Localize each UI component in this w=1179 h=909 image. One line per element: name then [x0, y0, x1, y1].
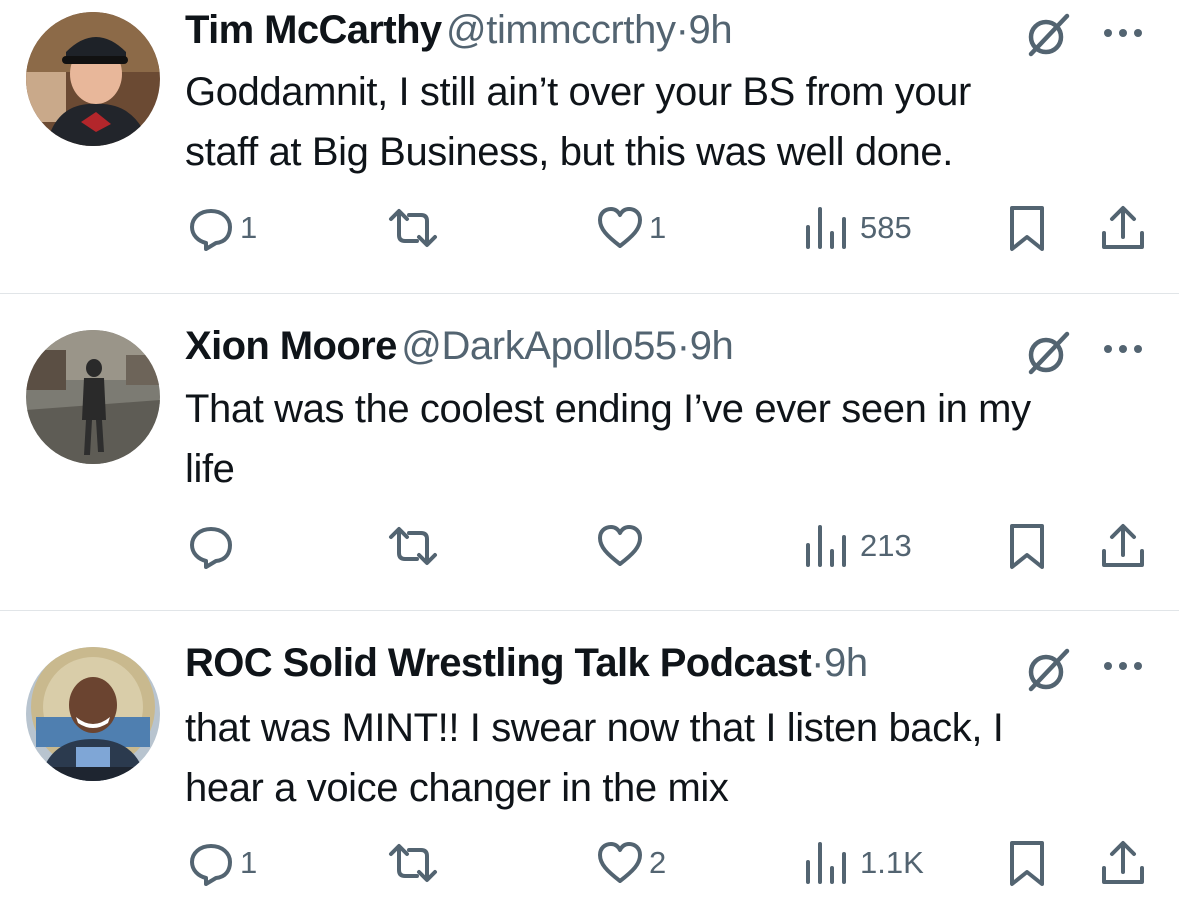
separator-dot: ·: [675, 8, 689, 52]
avatar[interactable]: [26, 647, 160, 781]
reply-button[interactable]: 1: [186, 198, 257, 258]
views-button[interactable]: 1.1K: [800, 833, 924, 893]
retweet-button[interactable]: [383, 516, 447, 576]
like-count: 2: [649, 845, 667, 880]
views-button[interactable]: 585: [800, 198, 912, 258]
views-icon: [806, 842, 846, 884]
tweet[interactable]: Tim McCarthy @timmccrthy·9h Goddamnit, I…: [0, 0, 1179, 293]
tweet-text: Goddamnit, I still ain’t over your BS fr…: [185, 62, 1165, 182]
retweet-icon: [389, 844, 437, 882]
bookmark-icon: [1010, 841, 1044, 886]
bookmark-button[interactable]: [1002, 198, 1052, 258]
tweet-text: That was the coolest ending I’ve ever se…: [185, 379, 1165, 499]
more-icon[interactable]: [1100, 18, 1146, 48]
display-name[interactable]: Xion Moore: [185, 324, 397, 368]
tweet-text-line: staff at Big Business, but this was well…: [185, 130, 953, 174]
views-icon: [806, 525, 846, 567]
more-icon[interactable]: [1100, 651, 1146, 681]
reply-button[interactable]: 1: [186, 833, 257, 893]
retweet-icon: [389, 527, 437, 565]
tweet-header: Xion Moore @DarkApollo55·9h: [185, 324, 734, 384]
tweet-text-line: that was MINT!! I swear now that I liste…: [185, 706, 1004, 750]
avatar[interactable]: [26, 330, 160, 464]
tweet[interactable]: ROC Solid Wrestling Talk Podcast·9h that…: [0, 611, 1179, 909]
views-icon: [806, 207, 846, 249]
tweet-text-line: hear a voice changer in the mix: [185, 766, 729, 810]
timestamp[interactable]: 9h: [824, 641, 868, 685]
grok-icon[interactable]: [1023, 10, 1073, 60]
reply-icon: [190, 209, 232, 251]
action-bar: 213: [0, 516, 1179, 576]
like-count: 1: [649, 210, 667, 245]
share-icon: [1102, 206, 1144, 249]
action-bar: 1 2 1.1K: [0, 833, 1179, 893]
reply-count: 1: [240, 845, 258, 880]
heart-icon: [598, 842, 642, 883]
like-button[interactable]: 1: [595, 198, 666, 258]
avatar-image: [26, 647, 160, 781]
grok-icon[interactable]: [1023, 645, 1073, 695]
retweet-button[interactable]: [383, 198, 447, 258]
timestamp[interactable]: 9h: [690, 324, 734, 368]
share-icon: [1102, 841, 1144, 884]
views-button[interactable]: 213: [800, 516, 912, 576]
tweet[interactable]: Xion Moore @DarkApollo55·9h That was the…: [0, 294, 1179, 610]
reply-icon: [190, 844, 232, 886]
reply-icon: [190, 527, 232, 569]
bookmark-icon: [1010, 524, 1044, 569]
avatar[interactable]: [26, 12, 160, 146]
display-name[interactable]: Tim McCarthy: [185, 8, 442, 52]
tweet-text-line: That was the coolest ending I’ve ever se…: [185, 387, 1031, 431]
share-button[interactable]: [1098, 516, 1148, 576]
tweet-header: ROC Solid Wrestling Talk Podcast·9h: [185, 641, 868, 701]
tweet-text-line: life: [185, 447, 235, 491]
reply-count: 1: [240, 210, 258, 245]
view-count: 1.1K: [860, 845, 924, 880]
separator-dot: ·: [811, 641, 825, 685]
share-button[interactable]: [1098, 833, 1148, 893]
display-name[interactable]: ROC Solid Wrestling Talk Podcast: [185, 641, 812, 685]
avatar-image: [26, 12, 160, 146]
share-button[interactable]: [1098, 198, 1148, 258]
retweet-button[interactable]: [383, 833, 447, 893]
like-button[interactable]: 2: [595, 833, 666, 893]
view-count: 213: [860, 528, 912, 563]
more-icon[interactable]: [1100, 334, 1146, 364]
bookmark-icon: [1010, 206, 1044, 251]
action-bar: 1 1 585: [0, 198, 1179, 258]
timestamp[interactable]: 9h: [688, 8, 732, 52]
tweet-header: Tim McCarthy @timmccrthy·9h: [185, 8, 733, 68]
user-handle[interactable]: @DarkApollo55: [401, 324, 677, 368]
bookmark-button[interactable]: [1002, 833, 1052, 893]
retweet-icon: [389, 209, 437, 247]
heart-icon: [598, 207, 642, 248]
avatar-image: [26, 330, 160, 464]
user-handle[interactable]: @timmccrthy: [446, 8, 676, 52]
view-count: 585: [860, 210, 912, 245]
bookmark-button[interactable]: [1002, 516, 1052, 576]
tweet-text-line: Goddamnit, I still ain’t over your BS fr…: [185, 70, 971, 114]
grok-icon[interactable]: [1023, 328, 1073, 378]
tweet-text: that was MINT!! I swear now that I liste…: [185, 698, 1165, 818]
like-button[interactable]: [595, 516, 649, 576]
heart-icon: [598, 525, 642, 566]
separator-dot: ·: [676, 324, 690, 368]
reply-button[interactable]: [186, 516, 240, 576]
share-icon: [1102, 524, 1144, 567]
